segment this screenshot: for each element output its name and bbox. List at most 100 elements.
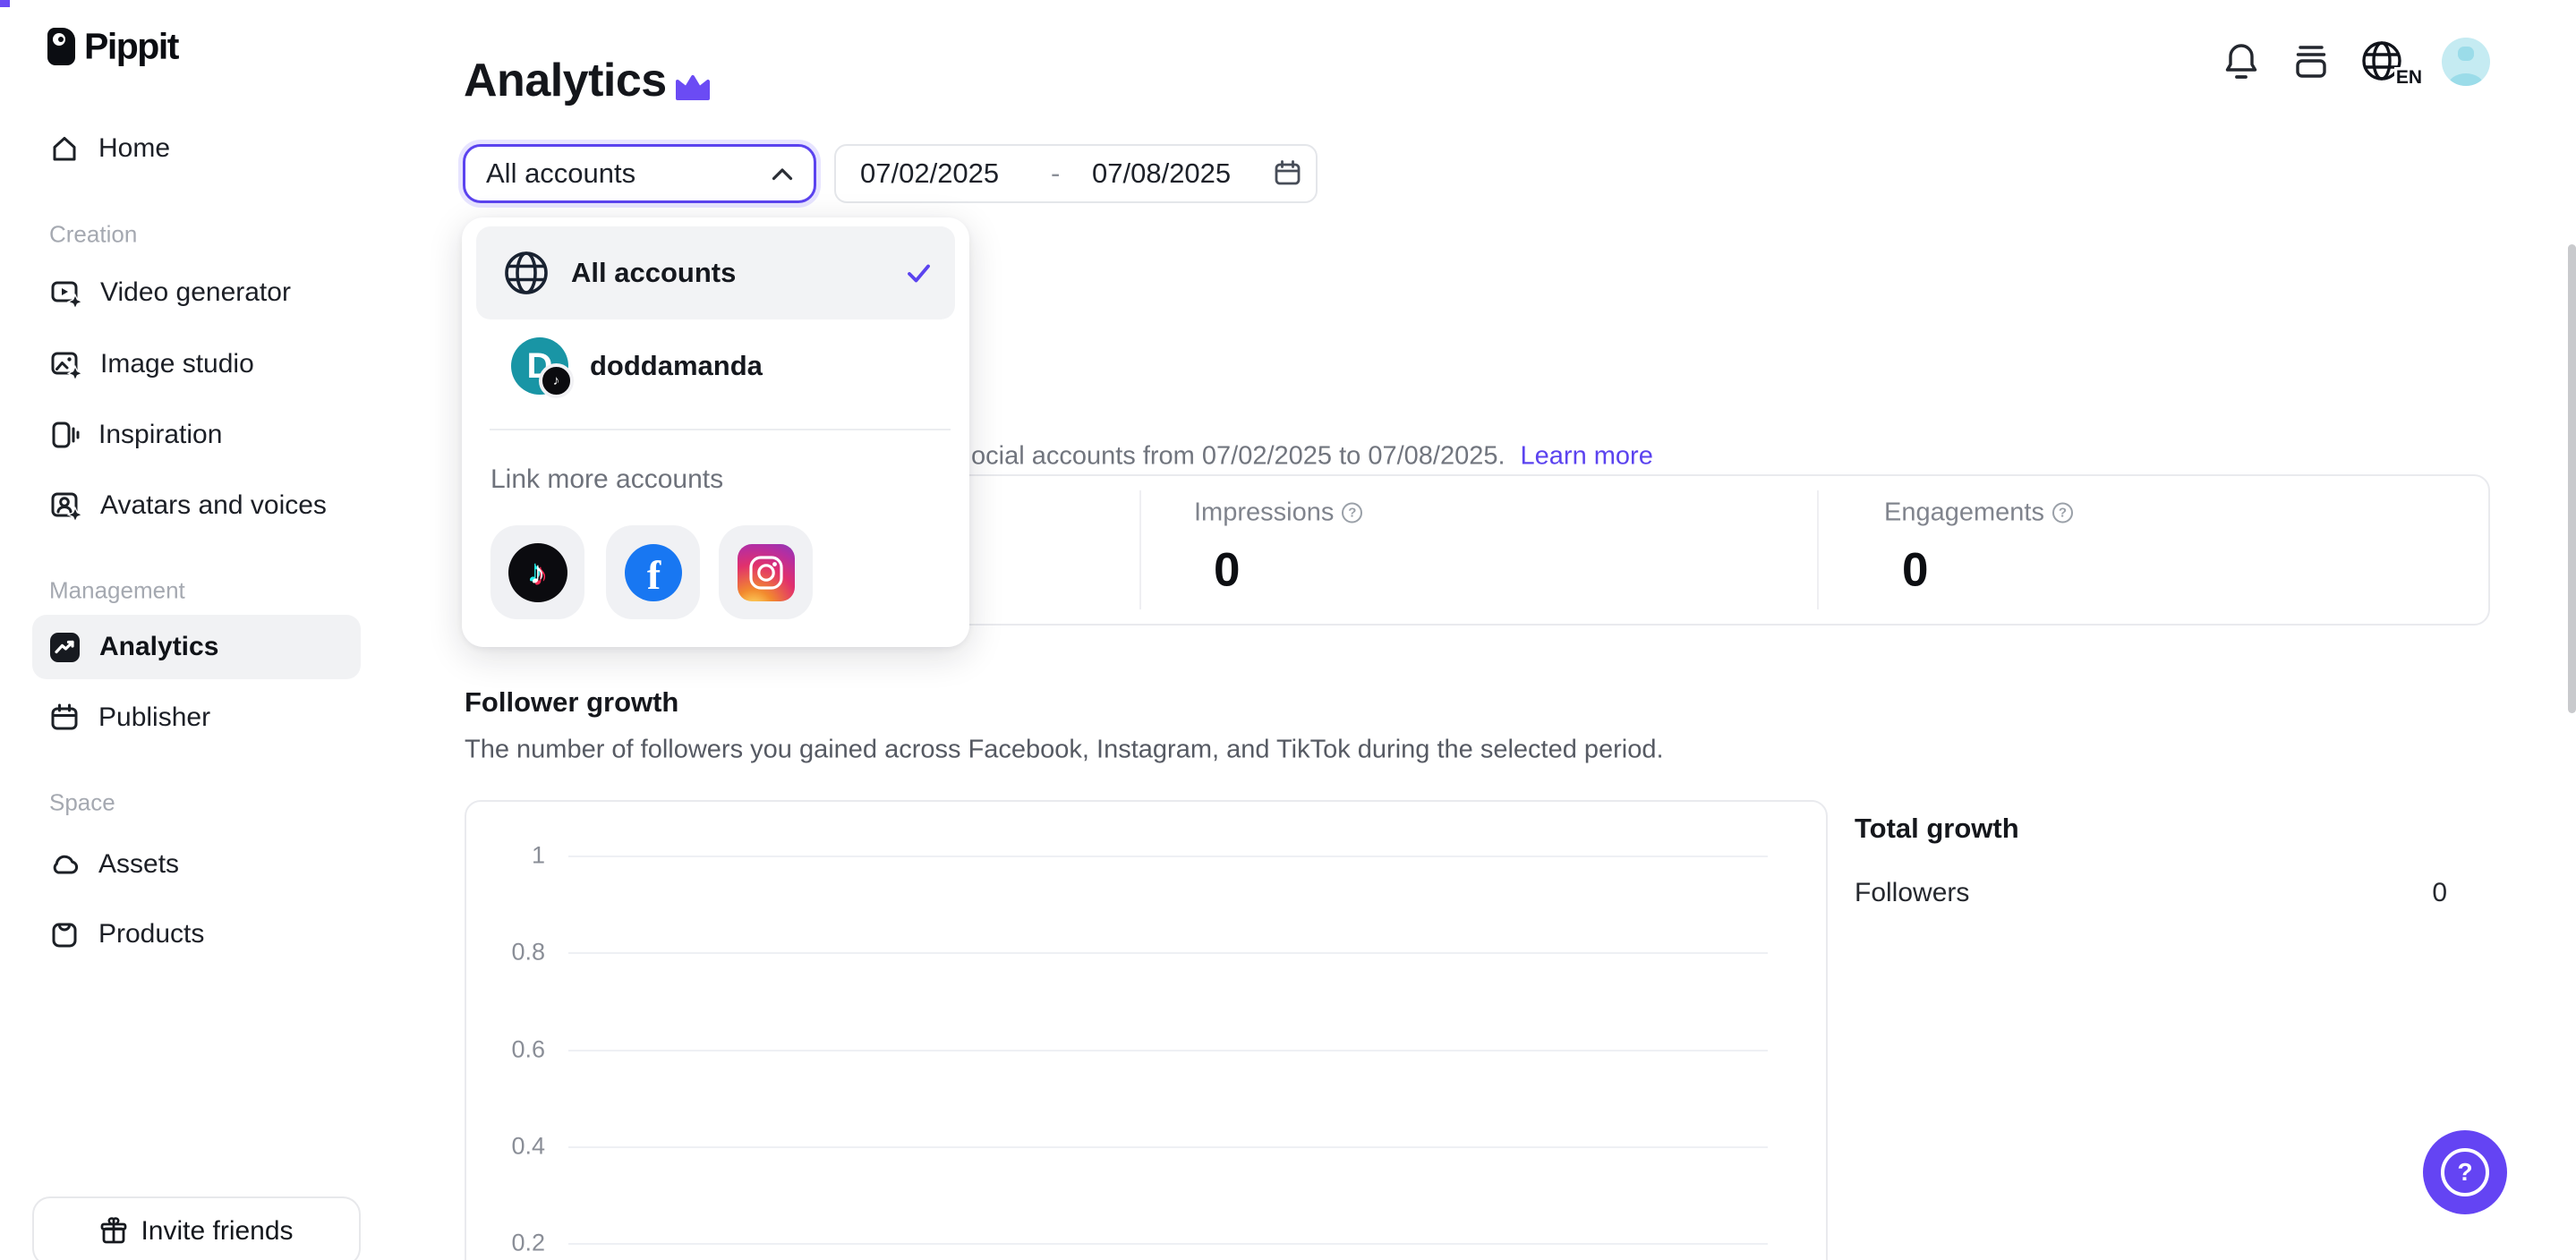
stats-divider bbox=[1817, 490, 1819, 609]
chevron-up-icon bbox=[771, 166, 794, 182]
follower-growth-chart: 1 0.8 0.6 0.4 0.2 bbox=[465, 800, 1828, 1260]
sidebar-item-label: Inspiration bbox=[98, 420, 222, 450]
logo-eye bbox=[53, 33, 65, 46]
stat-engagements-value: 0 bbox=[1902, 543, 1928, 598]
avatars-icon bbox=[49, 490, 81, 522]
account-dropdown-panel: All accounts D ♪ doddamanda Link more ac… bbox=[462, 217, 969, 647]
sidebar-item-analytics[interactable]: Analytics bbox=[32, 615, 361, 679]
products-bag-icon bbox=[49, 919, 80, 949]
total-growth-followers-label: Followers bbox=[1855, 878, 1969, 908]
stat-impressions-value: 0 bbox=[1214, 543, 1240, 598]
question-mark-icon: ? bbox=[2441, 1148, 2489, 1196]
image-studio-icon bbox=[49, 348, 81, 380]
inspiration-icon bbox=[49, 420, 80, 450]
date-start: 07/02/2025 bbox=[860, 158, 999, 190]
y-axis-tick: 1 bbox=[466, 842, 545, 870]
sidebar-section-space: Space bbox=[49, 789, 115, 817]
stat-label: Impressions bbox=[1194, 498, 1334, 528]
total-growth-title: Total growth bbox=[1855, 813, 2019, 845]
chart-gridline bbox=[568, 952, 1768, 954]
link-instagram-button[interactable] bbox=[719, 525, 813, 619]
learn-more-link[interactable]: Learn more bbox=[1521, 442, 1653, 472]
pippit-logo-text: Pippit bbox=[84, 26, 178, 68]
sidebar-item-label: Video generator bbox=[100, 277, 291, 308]
instagram-icon bbox=[738, 544, 795, 601]
globe-icon bbox=[503, 250, 550, 296]
tiktok-icon: ♪ bbox=[508, 543, 567, 602]
sidebar-section-management: Management bbox=[49, 577, 185, 605]
sidebar-item-label: Assets bbox=[98, 849, 179, 880]
page-title: Analytics bbox=[464, 54, 667, 107]
sidebar-item-image-studio[interactable]: Image studio bbox=[32, 335, 361, 394]
chart-gridline bbox=[568, 1146, 1768, 1148]
account-select-value: All accounts bbox=[486, 158, 635, 190]
sidebar-item-label: Analytics bbox=[99, 632, 218, 662]
sidebar-item-publisher[interactable]: Publisher bbox=[32, 688, 361, 747]
profile-avatar[interactable] bbox=[2442, 38, 2490, 86]
date-end: 07/08/2025 bbox=[1092, 158, 1231, 190]
y-axis-tick: 0.6 bbox=[466, 1036, 545, 1064]
home-icon bbox=[49, 133, 80, 164]
facebook-icon: f bbox=[625, 544, 682, 601]
sidebar-item-label: Avatars and voices bbox=[100, 490, 327, 521]
account-select[interactable]: All accounts bbox=[463, 144, 816, 203]
stat-label: Engagements bbox=[1884, 498, 2044, 528]
dropdown-option-all-accounts[interactable]: All accounts bbox=[476, 226, 955, 319]
app-window: Pippit Home Creation Video generator Ima… bbox=[0, 0, 2576, 1260]
overview-description-fragment: ocial accounts from 07/02/2025 to 07/08/… bbox=[971, 442, 1506, 472]
link-more-accounts-label: Link more accounts bbox=[490, 464, 723, 495]
overview-description: ocial accounts from 07/02/2025 to 07/08/… bbox=[971, 442, 1653, 472]
link-tiktok-button[interactable]: ♪ bbox=[490, 525, 584, 619]
chart-gridline bbox=[568, 1050, 1768, 1051]
top-left-accent bbox=[0, 0, 10, 7]
dropdown-divider bbox=[490, 429, 951, 430]
invite-friends-button[interactable]: Invite friends bbox=[32, 1196, 361, 1260]
scrollbar-thumb[interactable] bbox=[2568, 244, 2576, 713]
publisher-calendar-icon bbox=[49, 702, 80, 733]
y-axis-tick: 0.4 bbox=[466, 1133, 545, 1161]
chart-gridline bbox=[568, 856, 1768, 857]
sidebar-item-inspiration[interactable]: Inspiration bbox=[32, 405, 361, 464]
gift-icon bbox=[99, 1217, 128, 1246]
link-facebook-button[interactable]: f bbox=[606, 525, 700, 619]
invite-friends-label: Invite friends bbox=[141, 1216, 293, 1247]
language-label: EN bbox=[2394, 67, 2424, 89]
dropdown-option-label: All accounts bbox=[571, 257, 736, 289]
sidebar-item-label: Publisher bbox=[98, 702, 210, 733]
tiktok-badge-icon: ♪ bbox=[539, 363, 574, 398]
sidebar-item-home[interactable]: Home bbox=[32, 119, 361, 178]
checkmark-icon bbox=[905, 260, 932, 286]
calendar-icon bbox=[1274, 160, 1301, 188]
follower-growth-description: The number of followers you gained acros… bbox=[465, 736, 1664, 765]
sidebar-item-avatars-and-voices[interactable]: Avatars and voices bbox=[32, 476, 361, 535]
sidebar-item-assets[interactable]: Assets bbox=[32, 835, 361, 894]
sidebar-section-creation: Creation bbox=[49, 221, 137, 249]
assets-cloud-icon bbox=[49, 849, 80, 880]
stat-engagements: Engagements ? bbox=[1884, 498, 2073, 528]
language-selector[interactable]: EN bbox=[2359, 38, 2417, 85]
y-axis-tick: 0.8 bbox=[466, 939, 545, 966]
sidebar-item-video-generator[interactable]: Video generator bbox=[32, 263, 361, 322]
y-axis-tick: 0.2 bbox=[466, 1230, 545, 1257]
dropdown-option-label: doddamanda bbox=[590, 350, 763, 382]
stats-divider bbox=[1139, 490, 1141, 609]
help-circle-icon[interactable]: ? bbox=[2052, 503, 2073, 524]
stat-impressions: Impressions ? bbox=[1194, 498, 1362, 528]
video-generator-icon bbox=[49, 277, 81, 309]
avatar-person-icon bbox=[2442, 38, 2490, 86]
sidebar-item-label: Home bbox=[98, 133, 170, 164]
dropdown-option-doddamanda[interactable]: D ♪ doddamanda bbox=[476, 319, 955, 413]
chart-gridline bbox=[568, 1243, 1768, 1245]
orders-stack-icon[interactable] bbox=[2294, 43, 2328, 81]
sidebar-item-products[interactable]: Products bbox=[32, 905, 361, 964]
sidebar-item-label: Image studio bbox=[100, 349, 254, 379]
account-avatar: D ♪ bbox=[511, 337, 568, 395]
date-range-picker[interactable]: 07/02/2025 - 07/08/2025 bbox=[834, 144, 1318, 203]
sidebar-item-label: Products bbox=[98, 919, 204, 949]
follower-growth-title: Follower growth bbox=[465, 686, 678, 719]
help-circle-icon[interactable]: ? bbox=[1342, 503, 1362, 524]
pippit-logo-icon bbox=[47, 28, 75, 65]
analytics-icon bbox=[49, 632, 81, 663]
help-button[interactable]: ? bbox=[2423, 1130, 2507, 1214]
notifications-bell-icon[interactable] bbox=[2222, 41, 2261, 82]
